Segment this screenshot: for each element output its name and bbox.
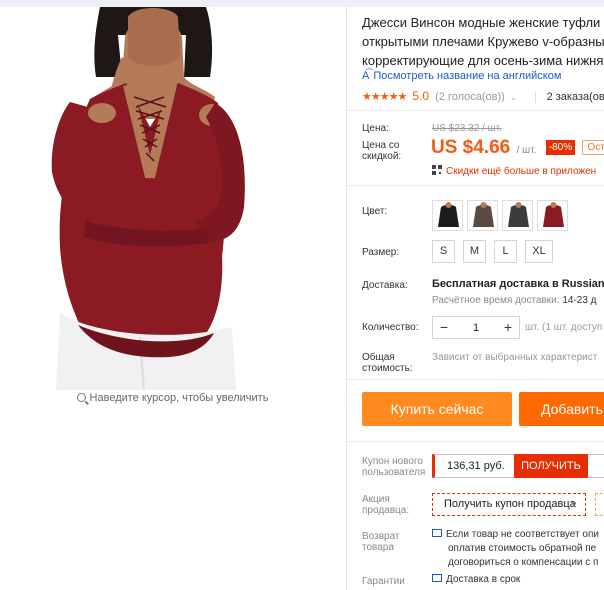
returns-label-line: товара bbox=[362, 542, 394, 553]
rating-value: 5.0 bbox=[412, 89, 430, 103]
returns-line: Если товар не соответствует опи bbox=[446, 529, 599, 540]
zoom-hint-text: Наведите курсор, чтобы увеличить bbox=[89, 392, 269, 404]
product-image[interactable] bbox=[0, 7, 345, 390]
divider bbox=[534, 91, 536, 103]
seller-coupon-dropdown[interactable]: Получить купон продавца ▼ bbox=[432, 493, 586, 516]
old-price-value: US $23.32 / шт. bbox=[432, 123, 502, 134]
shipping-value[interactable]: Бесплатная доставка в Russian Fe bbox=[432, 278, 604, 290]
orders-count: 2 заказа(ов) bbox=[546, 91, 604, 103]
seller-coupon-text[interactable]: Получить купон продавца bbox=[444, 498, 576, 510]
total-label-line: Общая bbox=[362, 352, 395, 363]
product-title-line: открытыми плечами Кружево v-образны bbox=[362, 34, 604, 49]
new-user-coupon-label-line: Купон нового bbox=[362, 456, 423, 467]
quantity-decrease-button[interactable]: − bbox=[433, 317, 455, 338]
price-unit: / шт. bbox=[516, 145, 537, 156]
returns-label-line: Возврат bbox=[362, 531, 400, 542]
seller-coupon-next[interactable] bbox=[595, 493, 604, 516]
color-swatches bbox=[432, 200, 568, 231]
return-policy-icon bbox=[432, 529, 442, 537]
promo-tag: Оста bbox=[582, 140, 604, 155]
returns-line: договориться о компенсации с п bbox=[448, 557, 599, 568]
color-swatch-black[interactable] bbox=[432, 200, 463, 231]
returns-label: Возврат товара bbox=[362, 531, 400, 553]
size-options: S M L XL bbox=[432, 240, 553, 263]
product-title: Джесси Винсон модные женские туфли Т отк… bbox=[362, 13, 604, 70]
shipping-time: Расчётное время доставки: 14-23 д bbox=[432, 295, 597, 306]
guarantee-label: Гарантии bbox=[362, 576, 405, 587]
size-label: Размер: bbox=[362, 247, 400, 258]
new-user-coupon-label-line: пользователя bbox=[362, 467, 426, 478]
color-label: Цвет: bbox=[362, 206, 388, 217]
new-user-coupon-label: Купон нового пользователя bbox=[362, 456, 425, 478]
current-price: US $4.66 / шт. -80% Оста bbox=[431, 137, 604, 159]
add-to-cart-button[interactable]: Добавить bbox=[519, 392, 604, 426]
get-coupon-button[interactable]: ПОЛУЧИТЬ bbox=[514, 454, 588, 478]
divider bbox=[347, 379, 604, 380]
quantity-input[interactable]: 1 bbox=[455, 322, 497, 334]
rating-stars: ★★★★★ bbox=[362, 91, 407, 103]
size-option-s[interactable]: S bbox=[432, 240, 455, 263]
discount-price-label-line: Цена со bbox=[362, 140, 400, 151]
coupon-amount: 136,31 руб. bbox=[447, 460, 505, 472]
product-details-panel: Джесси Винсон модные женские туфли Т отк… bbox=[346, 7, 604, 590]
old-price-label: Цена: bbox=[362, 123, 389, 134]
translate-title-text[interactable]: Посмотреть название на английском bbox=[373, 70, 561, 82]
total-value: Зависит от выбранных характерист bbox=[432, 352, 598, 363]
discount-price-label: Цена со скидкой: bbox=[362, 140, 401, 162]
votes-link[interactable]: (2 голоса(ов)) bbox=[435, 91, 505, 103]
translate-icon: A͡ bbox=[362, 70, 370, 82]
seller-promo-label-line: Акция bbox=[362, 494, 390, 505]
new-user-coupon: 136,31 руб. ПОЛУЧИТЬ bbox=[432, 454, 604, 478]
buy-now-button[interactable]: Купить сейчас bbox=[362, 392, 512, 426]
shipping-time-value: 14-23 д bbox=[562, 295, 597, 306]
quantity-stepper: − 1 + bbox=[432, 316, 520, 339]
guarantee-text: Доставка в срок bbox=[446, 574, 521, 585]
product-title-line: Джесси Винсон модные женские туфли Т bbox=[362, 15, 604, 30]
qr-code-icon bbox=[432, 165, 442, 175]
chevron-down-icon[interactable]: ⌄ bbox=[510, 92, 518, 102]
discount-price-label-line: скидкой: bbox=[362, 151, 402, 162]
rating-row: ★★★★★ 5.0 (2 голоса(ов)) ⌄ 2 заказа(ов) bbox=[362, 89, 604, 103]
app-discount-link[interactable]: Скидки ещё больше в приложен bbox=[432, 165, 596, 177]
color-swatch-wine[interactable] bbox=[537, 200, 568, 231]
returns-line: оплатив стоимость обратной пе bbox=[448, 543, 597, 554]
size-option-xl[interactable]: XL bbox=[525, 240, 553, 263]
color-swatch-brown[interactable] bbox=[467, 200, 498, 231]
quantity-label: Количество: bbox=[362, 322, 419, 333]
zoom-hint: Наведите курсор, чтобы увеличить bbox=[0, 392, 345, 404]
quantity-increase-button[interactable]: + bbox=[497, 317, 519, 338]
divider bbox=[347, 110, 604, 111]
top-bar bbox=[0, 0, 604, 7]
current-price-value: US $4.66 bbox=[431, 137, 511, 158]
color-swatch-gray[interactable] bbox=[502, 200, 533, 231]
shipping-time-label: Расчётное время доставки: bbox=[432, 295, 560, 306]
product-title-line: корректирующие для осень-зима нижня bbox=[362, 53, 604, 68]
delivery-truck-icon bbox=[432, 574, 442, 582]
caret-down-icon[interactable]: ▼ bbox=[570, 494, 578, 515]
seller-promo-label: Акция продавца: bbox=[362, 494, 409, 516]
total-label-line: стоимость: bbox=[362, 363, 413, 374]
total-label: Общая стоимость: bbox=[362, 352, 413, 374]
divider bbox=[347, 185, 604, 186]
guarantee-value: Доставка в срок bbox=[432, 574, 520, 585]
app-discount-text[interactable]: Скидки ещё больше в приложен bbox=[446, 166, 596, 177]
seller-promo-label-line: продавца: bbox=[362, 505, 410, 516]
returns-text: Если товар не соответствует опи оплатив … bbox=[432, 528, 599, 570]
shipping-label: Доставка: bbox=[362, 280, 408, 291]
size-option-l[interactable]: L bbox=[494, 240, 517, 263]
translate-title-link[interactable]: A͡ Посмотреть название на английском bbox=[362, 70, 561, 82]
discount-badge: -80% bbox=[545, 140, 576, 155]
quantity-availability: шт. (1 шт. доступ bbox=[525, 322, 603, 333]
divider bbox=[347, 441, 604, 442]
size-option-m[interactable]: M bbox=[463, 240, 486, 263]
magnifier-icon bbox=[76, 393, 86, 402]
